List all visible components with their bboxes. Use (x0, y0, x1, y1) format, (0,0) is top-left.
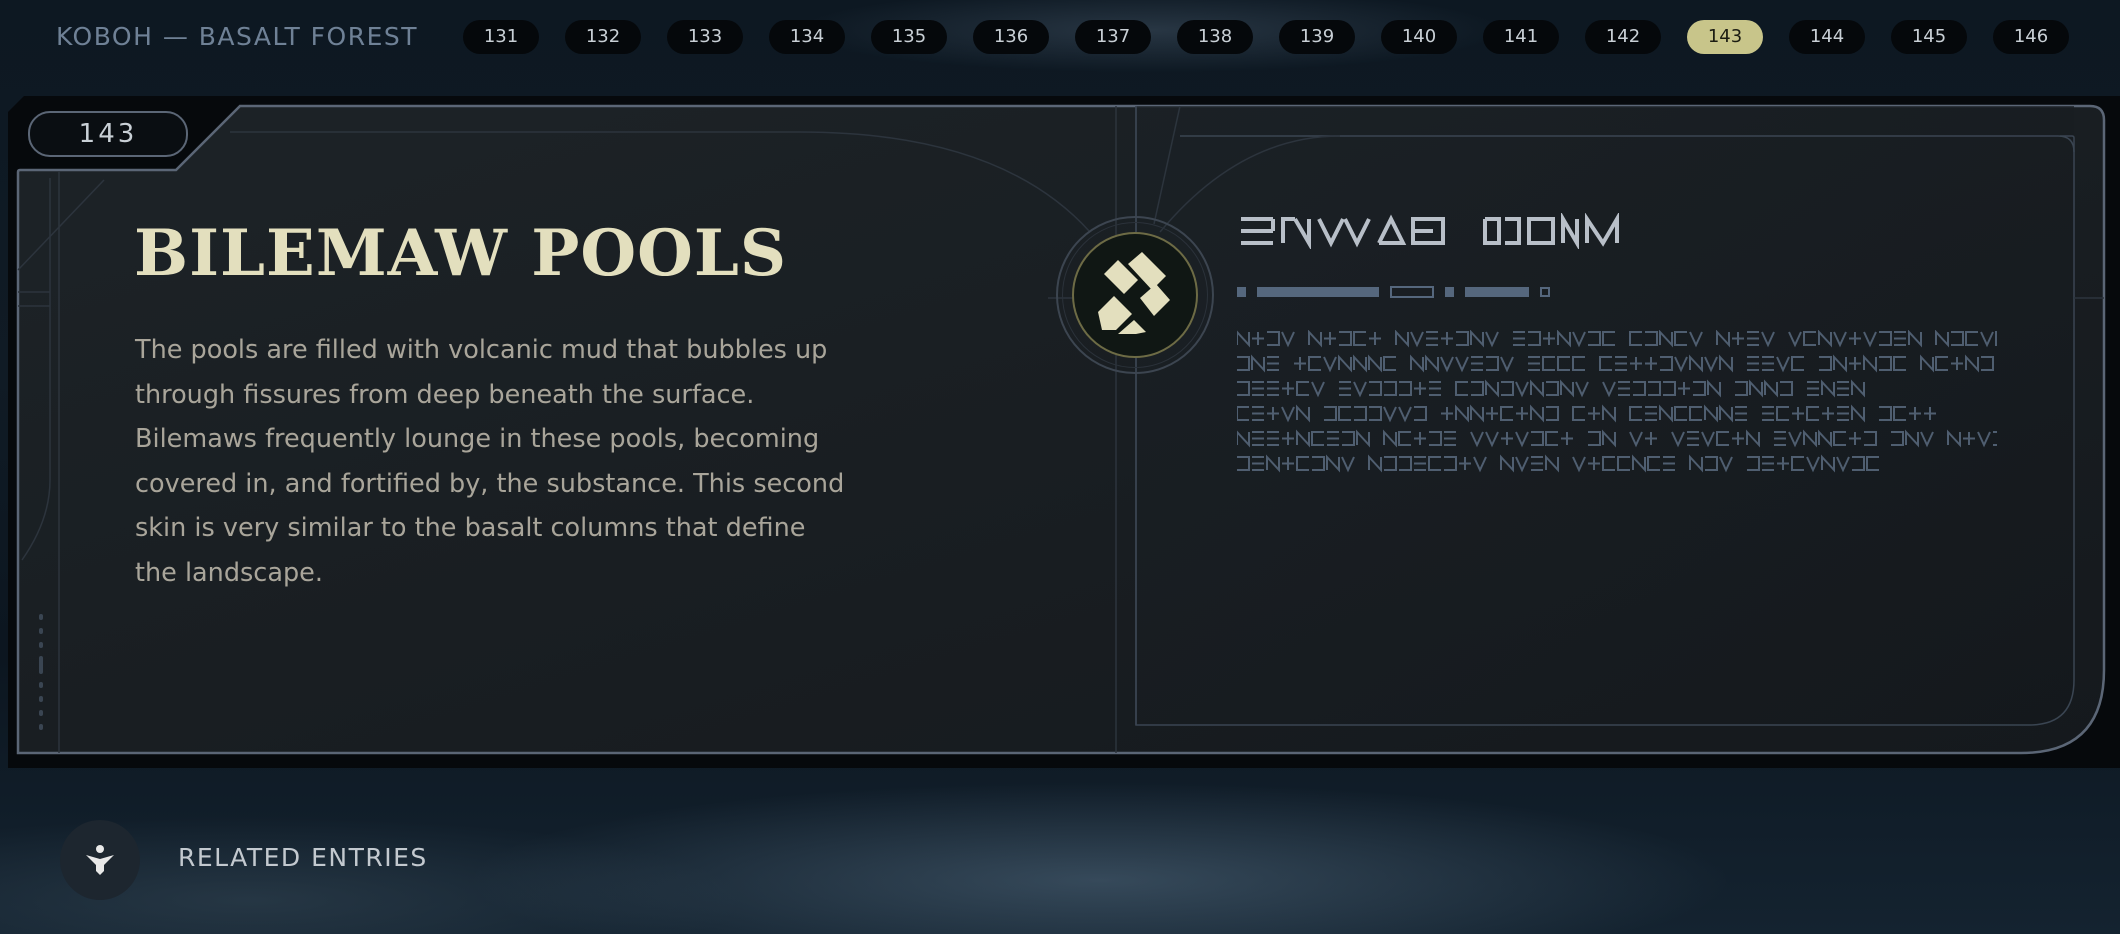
scroll-ticks (39, 614, 43, 730)
related-entries-label[interactable]: RELATED ENTRIES (178, 843, 428, 872)
related-entries-icon (86, 845, 114, 875)
entry-title: BILEMAW POOLS (134, 216, 788, 291)
entry-number-badge: 143 (28, 111, 188, 157)
aurebesh-body-glyphs (1236, 329, 2120, 494)
related-entries-button[interactable] (60, 820, 140, 900)
entry-description: The pools are filled with volcanic mud t… (135, 335, 845, 588)
aurebesh-divider (1237, 284, 1557, 304)
databank-category-icon (1072, 232, 1198, 358)
aurebesh-title-glyphs (1237, 211, 1657, 253)
